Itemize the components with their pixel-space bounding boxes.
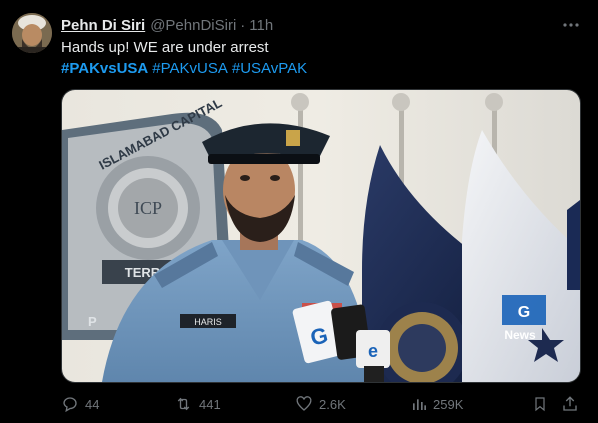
repost-count: 441 [199, 396, 221, 412]
hashtag-link[interactable]: #PAKvsUSA [61, 60, 148, 77]
tweet-text: Hands up! WE are under arrest [61, 39, 269, 56]
like-button[interactable]: 2.6K [295, 393, 346, 415]
repost-button[interactable]: 441 [174, 393, 221, 415]
bookmark-icon [535, 397, 545, 412]
reply-count: 44 [85, 396, 100, 412]
share-icon [563, 396, 577, 411]
like-icon [296, 396, 312, 411]
timestamp[interactable]: 11h [249, 17, 273, 34]
name-plate: HARIS [194, 317, 222, 327]
tweet-header: Pehn Di Siri @PehnDiSiri · 11h [61, 15, 273, 35]
repost-icon [177, 397, 190, 411]
display-name[interactable]: Pehn Di Siri [61, 17, 145, 34]
svg-text:e: e [368, 341, 378, 361]
share-button[interactable] [561, 393, 585, 415]
hashtag-line: #PAKvsUSA #PAKvUSA #USAvPAK [61, 59, 311, 79]
sign-letter: P [88, 314, 97, 329]
more-icon[interactable] [560, 14, 582, 36]
svg-text:G: G [518, 304, 530, 321]
separator-dot: · [240, 16, 246, 34]
bookmark-button[interactable] [532, 393, 554, 415]
avatar[interactable] [12, 13, 52, 53]
views-icon [413, 399, 426, 410]
reply-button[interactable]: 44 [61, 393, 99, 415]
like-count: 2.6K [319, 396, 346, 412]
tweet: Pehn Di Siri @PehnDiSiri · 11h Hands up!… [0, 0, 598, 423]
views-button[interactable]: 259K [411, 393, 463, 415]
hashtag-link[interactable]: #PAKvUSA [152, 60, 228, 77]
badge-monogram: ICP [134, 198, 162, 218]
hashtag-link[interactable]: #USAvPAK [232, 60, 307, 77]
action-bar: 44 441 2.6K 259K [61, 393, 581, 415]
user-handle[interactable]: @PehnDiSiri [150, 17, 236, 34]
reply-icon [63, 397, 77, 413]
media-image[interactable]: ICP ISLAMABAD CAPITAL TERRITORY P HARIS [61, 89, 581, 383]
views-count: 259K [433, 396, 464, 412]
watermark-text: News [504, 328, 536, 342]
